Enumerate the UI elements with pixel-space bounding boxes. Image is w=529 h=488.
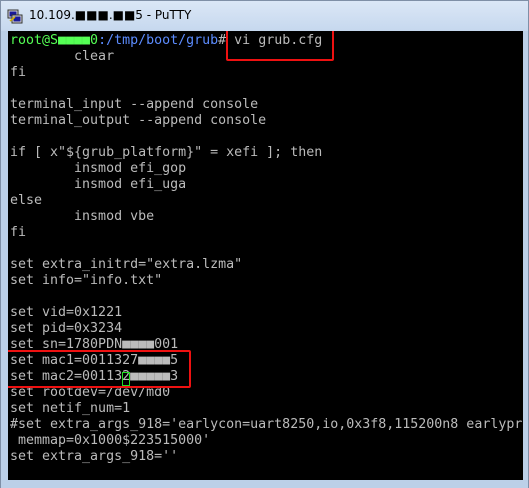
terminal-line: fi	[10, 65, 27, 80]
terminal-line: set extra_args_918=''	[10, 449, 179, 464]
command-highlight-box	[226, 31, 334, 61]
terminal-line: insmod efi_gop	[10, 161, 187, 176]
terminal-line: set vid=0x1221	[10, 305, 123, 320]
terminal-line: #set extra_args_918='earlycon=uart8250,i…	[10, 417, 523, 432]
terminal-line: else	[10, 193, 43, 208]
mac-highlight-box	[8, 350, 191, 388]
terminal-line: insmod vbe	[10, 209, 155, 224]
terminal-line: set info="info.txt"	[10, 273, 163, 288]
terminal-line: set pid=0x3234	[10, 321, 123, 336]
terminal-line: fi	[10, 225, 27, 240]
terminal-line: insmod efi_uga	[10, 177, 187, 192]
terminal-line: clear	[10, 49, 115, 64]
terminal-line: terminal_input --append console	[10, 97, 259, 112]
terminal-line: set extra_initrd="extra.lzma"	[10, 257, 243, 272]
prompt-user: root@S■■■■0	[10, 33, 99, 48]
terminal-line: terminal_output --append console	[10, 113, 267, 128]
window-title: 10.109.■■■.■■5 - PuTTY	[29, 8, 192, 22]
terminal-line: memmap=0x1000$223515000'	[10, 433, 211, 448]
putty-icon	[7, 9, 23, 24]
terminal-area[interactable]: root@S■■■■0:/tmp/boot/grub# vi grub.cfg …	[8, 31, 523, 480]
terminal-line: if [ x"${grub_platform}" = xefi ]; then	[10, 145, 323, 160]
prompt-symbol: #	[218, 33, 227, 48]
terminal-line: set netif_num=1	[10, 401, 131, 416]
prompt-path: :/tmp/boot/grub	[98, 33, 219, 48]
window-bottom-frame	[1, 480, 528, 488]
putty-window: 10.109.■■■.■■5 - PuTTY root@S■■■■0:/tmp/…	[0, 0, 529, 488]
title-bar[interactable]: 10.109.■■■.■■5 - PuTTY	[1, 1, 528, 31]
